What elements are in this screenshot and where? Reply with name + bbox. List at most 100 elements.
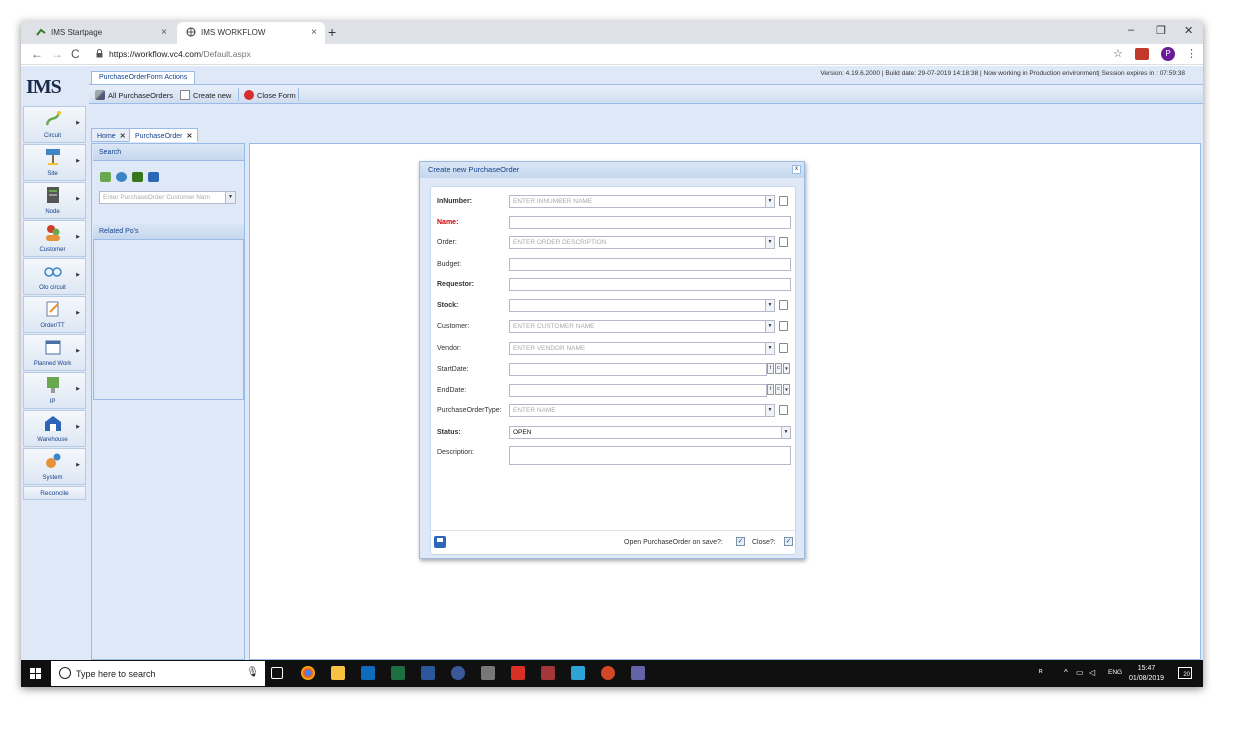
name-field[interactable]	[509, 216, 791, 229]
notifications-icon[interactable]: 20	[1178, 667, 1192, 679]
sidebar-item-circuit[interactable]: Circuit ▶	[23, 106, 86, 143]
expand-arrow-icon[interactable]: ▶	[76, 196, 80, 202]
customer-combobox[interactable]: ENTER CUSTOMER NAME ▼	[509, 320, 775, 333]
menu-kebab-icon[interactable]: ⋮	[1186, 47, 1197, 60]
chevron-up-icon[interactable]: ^	[1064, 668, 1068, 677]
close-window-button[interactable]: ✕	[1184, 24, 1193, 37]
stock-lookup-button[interactable]	[779, 300, 788, 310]
people-icon[interactable]: ᴿ	[1039, 668, 1043, 677]
close-icon[interactable]: ×	[311, 27, 317, 38]
url-field[interactable]: https://workflow.vc4.com/Default.aspx	[109, 49, 251, 59]
file-explorer-icon[interactable]	[331, 666, 345, 680]
open-on-save-checkbox[interactable]: ✓	[736, 537, 745, 546]
binoculars-icon[interactable]	[148, 172, 159, 182]
chrome-icon[interactable]	[301, 666, 315, 680]
outlook-icon[interactable]	[361, 666, 375, 680]
startdate-clear-button[interactable]: c	[775, 363, 782, 374]
profile-avatar[interactable]: P	[1161, 47, 1175, 61]
startdate-field[interactable]	[509, 363, 767, 376]
order-lookup-button[interactable]	[779, 237, 788, 247]
chevron-down-icon[interactable]: ▼	[765, 196, 774, 207]
sidebar-item-olo-circuit[interactable]: Olo circuit ▶	[23, 258, 86, 295]
chevron-down-icon[interactable]: ▼	[225, 192, 235, 203]
refresh-icon[interactable]	[116, 172, 127, 182]
chevron-down-icon[interactable]: ▼	[765, 237, 774, 248]
tab-home[interactable]: Home ✕	[91, 128, 132, 142]
sidebar-item-site[interactable]: Site ▶	[23, 144, 86, 181]
language-indicator[interactable]: ENG	[1108, 669, 1122, 676]
sidebar-item-order-tt[interactable]: Order/TT ▶	[23, 296, 86, 333]
import-icon[interactable]	[132, 172, 143, 182]
vendor-combobox[interactable]: ENTER VENDOR NAME ▼	[509, 342, 775, 355]
app-icon[interactable]	[451, 666, 465, 680]
chevron-down-icon[interactable]: ▼	[781, 427, 790, 438]
forward-button[interactable]: →	[51, 47, 63, 61]
save-icon[interactable]	[434, 536, 446, 548]
export-icon[interactable]	[100, 172, 111, 182]
budget-field[interactable]	[509, 258, 791, 271]
expand-arrow-icon[interactable]: ▶	[76, 462, 80, 468]
stock-combobox[interactable]: ▼	[509, 299, 775, 312]
access-icon[interactable]	[541, 666, 555, 680]
expand-arrow-icon[interactable]: ▶	[76, 272, 80, 278]
expand-arrow-icon[interactable]: ▶	[76, 424, 80, 430]
enddate-today-button[interactable]: t	[767, 384, 774, 395]
all-purchase-orders-button[interactable]: All PurchaseOrders	[95, 90, 173, 100]
excel-icon[interactable]	[391, 666, 405, 680]
powerpoint-icon[interactable]	[601, 666, 615, 680]
startdate-today-button[interactable]: t	[767, 363, 774, 374]
acrobat-icon[interactable]	[511, 666, 525, 680]
close-icon[interactable]: ✕	[120, 133, 126, 140]
enddate-clear-button[interactable]: c	[775, 384, 782, 395]
close-icon[interactable]: ✕	[186, 133, 192, 140]
sidebar-item-reconcile[interactable]: Reconcile	[23, 486, 86, 500]
minimize-button[interactable]: –	[1128, 24, 1134, 36]
back-button[interactable]: ←	[31, 47, 43, 61]
chevron-down-icon[interactable]: ▼	[765, 343, 774, 354]
close-form-button[interactable]: Close Form	[244, 90, 296, 100]
related-pos-header[interactable]: Related Po's	[93, 224, 244, 240]
restore-button[interactable]: ❐	[1156, 24, 1166, 37]
order-combobox[interactable]: ENTER ORDER DESCRIPTION ▼	[509, 236, 775, 249]
photos-icon[interactable]	[571, 666, 585, 680]
expand-arrow-icon[interactable]: ▶	[76, 348, 80, 354]
create-new-button[interactable]: Create new	[180, 90, 231, 100]
extension-icon[interactable]	[1135, 48, 1149, 60]
close-icon[interactable]: ×	[161, 27, 167, 38]
sidebar-item-planned-work[interactable]: Planned Work ▶	[23, 334, 86, 371]
expand-arrow-icon[interactable]: ▶	[76, 158, 80, 164]
vendor-lookup-button[interactable]	[779, 343, 788, 353]
customer-lookup-button[interactable]	[779, 321, 788, 331]
expand-arrow-icon[interactable]: ▶	[76, 120, 80, 126]
chevron-down-icon[interactable]: ▼	[765, 405, 774, 416]
purchase-order-search-input[interactable]: Enter PurchaseOrder Customer Nam ▼	[99, 191, 236, 204]
volume-icon[interactable]: ◁	[1089, 668, 1095, 677]
expand-arrow-icon[interactable]: ▶	[76, 310, 80, 316]
windows-start-icon[interactable]	[30, 668, 41, 679]
word-icon[interactable]	[421, 666, 435, 680]
sidebar-item-customer[interactable]: Customer ▶	[23, 220, 86, 257]
enddate-picker-button[interactable]: ▼	[783, 384, 790, 395]
purchase-order-type-lookup-button[interactable]	[779, 405, 788, 415]
teams-icon[interactable]	[631, 666, 645, 680]
chevron-down-icon[interactable]: ▼	[765, 300, 774, 311]
network-icon[interactable]: ▭	[1076, 668, 1084, 677]
microphone-icon[interactable]: 🎙	[246, 667, 259, 678]
reload-button[interactable]: C	[71, 47, 80, 61]
taskbar-search-box[interactable]: Type here to search 🎙	[51, 661, 265, 686]
description-textarea[interactable]	[509, 446, 791, 465]
search-panel-header[interactable]: Search	[93, 145, 244, 161]
sidebar-item-warehouse[interactable]: Warehouse ▶	[23, 410, 86, 447]
expand-arrow-icon[interactable]: ▶	[76, 234, 80, 240]
status-select[interactable]: OPEN ▼	[509, 426, 791, 439]
startdate-picker-button[interactable]: ▼	[783, 363, 790, 374]
purchase-order-type-combobox[interactable]: ENTER NAME ▼	[509, 404, 775, 417]
innumber-combobox[interactable]: ENTER INNUMBER NAME ▼	[509, 195, 775, 208]
browser-tab-ims-workflow[interactable]: IMS WORKFLOW ×	[177, 22, 325, 44]
chevron-down-icon[interactable]: ▼	[765, 321, 774, 332]
innumber-lookup-button[interactable]	[779, 196, 788, 206]
sidebar-item-ip[interactable]: IP ▶	[23, 372, 86, 409]
close-on-save-checkbox[interactable]: ✓	[784, 537, 793, 546]
actions-tab[interactable]: PurchaseOrderForm Actions	[91, 71, 196, 84]
task-view-icon[interactable]	[271, 667, 283, 679]
